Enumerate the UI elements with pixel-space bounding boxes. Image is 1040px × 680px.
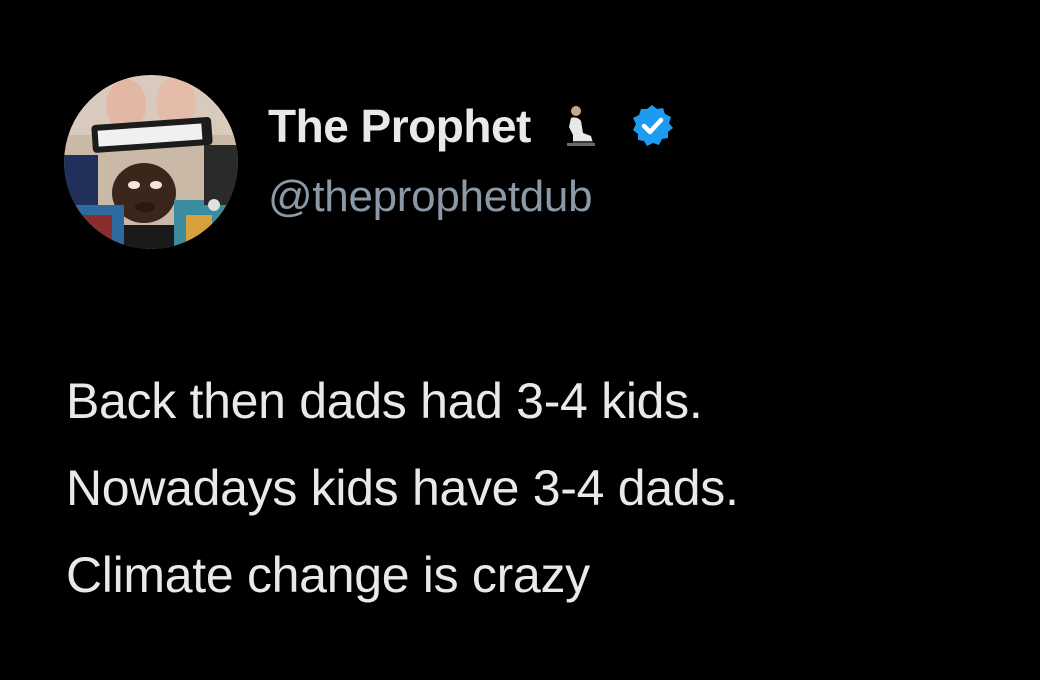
author-name-row: The Prophet (268, 96, 675, 156)
tweet-text-line: Climate change is crazy (66, 547, 590, 603)
verified-badge-icon[interactable] (629, 103, 675, 149)
author-display-name[interactable]: The Prophet (268, 99, 531, 153)
tweet-text-line: Back then dads had 3-4 kids. (66, 373, 703, 429)
tweet-card: The Prophet @theprophetdub Back then dad… (0, 0, 1040, 680)
tweet-text: Back then dads had 3-4 kids. Nowadays ki… (66, 358, 1026, 619)
author-avatar[interactable] (64, 75, 238, 249)
tweet-text-line: Nowadays kids have 3-4 dads. (66, 460, 739, 516)
author-handle[interactable]: @theprophetdub (268, 172, 593, 222)
person-kneeling-icon (559, 103, 599, 149)
avatar-image (64, 75, 238, 249)
